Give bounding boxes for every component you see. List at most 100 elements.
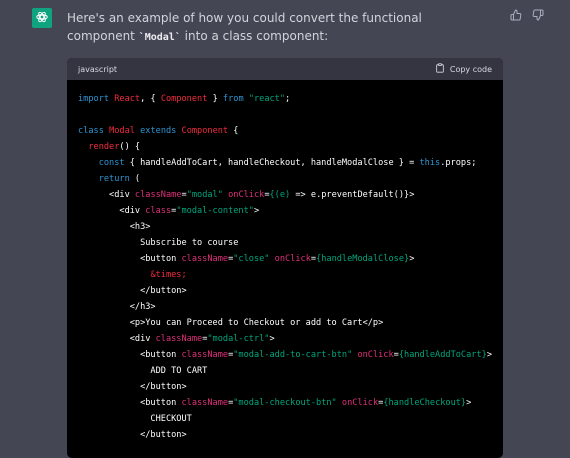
code-token: "modal-checkout-btn" <box>233 398 337 408</box>
code-token: from <box>222 94 244 104</box>
code-line: <button className="modal-checkout-btn" o… <box>78 395 492 411</box>
code-token: > <box>486 350 492 360</box>
code-token: Component <box>160 94 208 104</box>
code-token: &times; <box>150 270 187 280</box>
code-token: {(e) <box>269 190 291 200</box>
code-token: <button <box>78 350 182 360</box>
thumbs-down-icon[interactable] <box>531 8 545 22</box>
code-token: className <box>134 190 182 200</box>
code-token: ; <box>285 94 291 104</box>
code-token: Subscribe to course <box>78 238 239 248</box>
code-token: } <box>207 94 223 104</box>
openai-logo-icon <box>35 9 49 28</box>
assistant-message: Here's an example of how you could conve… <box>67 9 492 47</box>
code-token: {handleAddToCart} <box>398 350 487 360</box>
inline-code: `Modal` <box>138 32 181 43</box>
code-token: "close" <box>233 254 270 264</box>
code-line: render() { <box>78 139 492 155</box>
code-line: <h3> <box>78 219 492 235</box>
code-token: className <box>155 334 203 344</box>
code-token: <div <box>78 190 135 200</box>
code-line: &times; <box>78 267 492 283</box>
code-line: <div class="modal-content"> <box>78 203 492 219</box>
code-token: > <box>409 254 415 264</box>
code-token: CHECKOUT <box>78 414 192 424</box>
copy-code-label: Copy code <box>449 64 492 74</box>
code-token: <div <box>78 334 156 344</box>
code-block-header: javascript Copy code <box>67 58 503 80</box>
code-token: </button> <box>78 286 187 296</box>
code-line: Subscribe to course <box>78 235 492 251</box>
thumbs-up-icon[interactable] <box>509 8 523 22</box>
code-token: React <box>114 94 141 104</box>
code-line: </button> <box>78 283 492 299</box>
code-line: CHECKOUT <box>78 411 492 427</box>
code-token: Component <box>181 126 229 136</box>
code-token: </button> <box>78 430 187 440</box>
code-token: Modal <box>109 126 135 136</box>
code-token: > <box>466 398 472 408</box>
code-line: return ( <box>78 171 492 187</box>
code-token: </button> <box>78 382 187 392</box>
code-line: <button className="close" onClick={handl… <box>78 251 492 267</box>
code-token: this <box>419 158 441 168</box>
code-line: ADD TO CART <box>78 363 492 379</box>
code-content: import React, { Component } from "react"… <box>67 80 503 443</box>
code-token: className <box>181 398 229 408</box>
code-token: onClick <box>357 350 394 360</box>
message-text-after: into a class component: <box>180 29 329 43</box>
code-token: class <box>78 126 104 136</box>
code-token: onClick <box>274 254 311 264</box>
code-line: </button> <box>78 427 492 443</box>
code-line: import React, { Component } from "react"… <box>78 91 492 107</box>
code-token: "modal-add-to-cart-btn" <box>233 350 353 360</box>
code-token: {handleModalClose} <box>316 254 410 264</box>
code-line: <div className="modal-ctrl"> <box>78 331 492 347</box>
code-token: <div <box>78 206 146 216</box>
code-token: onClick <box>228 190 265 200</box>
code-token: <button <box>78 398 182 408</box>
code-token: class <box>145 206 172 216</box>
code-token: "react" <box>248 94 286 104</box>
code-token: className <box>181 254 229 264</box>
code-token: > <box>253 206 260 216</box>
code-token: "modal-ctrl" <box>207 334 270 344</box>
code-token: onClick <box>341 398 379 408</box>
code-token: {handleCheckout} <box>383 398 467 408</box>
code-token: const <box>98 158 125 168</box>
code-token: { <box>228 126 239 136</box>
code-token: => e.preventDefault()}> <box>290 190 415 200</box>
code-language-label: javascript <box>78 64 118 74</box>
code-token: > <box>269 334 275 344</box>
code-token: return <box>98 174 130 184</box>
code-token: "modal" <box>186 190 223 200</box>
code-token: className <box>181 350 229 360</box>
code-token: import <box>78 94 110 104</box>
code-line: </button> <box>78 379 492 395</box>
clipboard-icon <box>435 63 445 75</box>
code-token: ADD TO CART <box>78 366 208 376</box>
code-token: .props; <box>440 158 477 168</box>
copy-code-button[interactable]: Copy code <box>435 63 492 75</box>
assistant-avatar <box>32 8 52 28</box>
code-line: <div className="modal" onClick={(e) => e… <box>78 187 492 203</box>
code-token: <button <box>78 254 182 264</box>
code-token: render <box>88 142 120 152</box>
code-token: </h3> <box>78 302 156 312</box>
code-token: extends <box>140 126 177 136</box>
code-token: () { <box>119 142 141 152</box>
code-token: <p>You can Proceed to Checkout or add to… <box>78 318 384 328</box>
code-token: , { <box>140 94 161 104</box>
code-line: <p>You can Proceed to Checkout or add to… <box>78 315 492 331</box>
code-block: javascript Copy code import React, { Com… <box>67 58 503 458</box>
code-line: <button className="modal-add-to-cart-btn… <box>78 347 492 363</box>
code-token: "modal-content" <box>176 206 254 216</box>
code-line: const { handleAddToCart, handleCheckout,… <box>78 155 492 171</box>
feedback-buttons <box>509 8 545 22</box>
code-line: </h3> <box>78 299 492 315</box>
